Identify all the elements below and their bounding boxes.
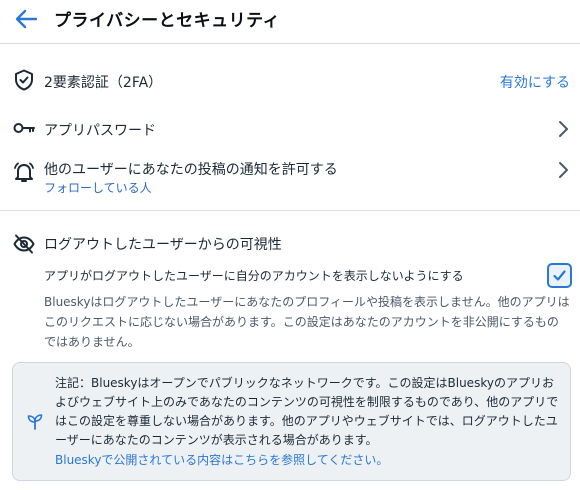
info-note: 注記：Blueskyはオープンでパブリックなネットワークです。この設定はBlue… bbox=[12, 362, 571, 481]
visibility-title: ログアウトしたユーザーからの可視性 bbox=[44, 237, 282, 253]
section-divider bbox=[0, 210, 580, 211]
notifications-label: 他のユーザーにあなたの投稿の通知を許可する bbox=[44, 162, 338, 178]
bell-icon bbox=[14, 162, 34, 182]
header: プライバシーとセキュリティ bbox=[0, 0, 580, 44]
key-icon bbox=[13, 123, 35, 133]
app-passwords-row[interactable]: アプリパスワード bbox=[0, 113, 580, 145]
eye-slash-icon bbox=[13, 234, 35, 254]
back-button[interactable] bbox=[12, 6, 42, 32]
shield-check-icon bbox=[15, 69, 33, 91]
two-factor-label: 2要素認証（2FA） bbox=[44, 75, 163, 91]
chevron-right-icon bbox=[559, 162, 568, 178]
hide-from-logged-out-checkbox[interactable] bbox=[547, 263, 572, 288]
sprout-icon bbox=[27, 414, 43, 430]
app-passwords-label: アプリパスワード bbox=[44, 123, 156, 139]
visibility-description: Blueskyはログアウトしたユーザーにあなたのプロフィールや投稿を表示しません… bbox=[44, 295, 570, 349]
learn-more-link[interactable]: Blueskyで公開されている内容はこちらを参照してください。 bbox=[55, 451, 388, 468]
two-factor-row: 2要素認証（2FA） 有効にする bbox=[0, 64, 580, 98]
check-icon bbox=[553, 270, 566, 281]
enable-2fa-link[interactable]: 有効にする bbox=[500, 72, 570, 92]
chevron-right-icon bbox=[559, 121, 568, 137]
page-title: プライバシーとセキュリティ bbox=[54, 11, 281, 31]
notifications-row[interactable]: 他のユーザーにあなたの投稿の通知を許可する フォローしている人 bbox=[0, 154, 580, 198]
notifications-sublabel: フォローしている人 bbox=[44, 181, 152, 195]
hide-from-logged-out-label[interactable]: アプリがログアウトしたユーザーに自分のアカウントを表示しないようにする bbox=[44, 267, 464, 284]
note-text: 注記：Blueskyはオープンでパブリックなネットワークです。この設定はBlue… bbox=[55, 376, 559, 447]
arrow-left-icon bbox=[15, 9, 38, 29]
